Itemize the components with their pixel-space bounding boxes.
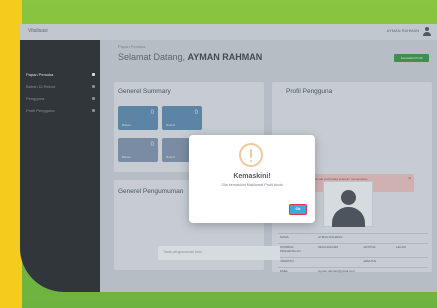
warning-icon <box>239 143 263 167</box>
modal-message: Sila kemaskini Maklumat Profil Anda <box>221 183 283 187</box>
app-screenshot: Vitalisasi AYMAN RAHMAN Papan Pemuka Bah… <box>20 24 437 292</box>
modal-title: Kemaskini! <box>233 173 271 180</box>
ok-button[interactable]: Ok <box>289 204 307 215</box>
yellow-accent-strip <box>0 0 22 308</box>
update-modal: Kemaskini! Sila kemaskini Maklumat Profi… <box>189 135 315 223</box>
